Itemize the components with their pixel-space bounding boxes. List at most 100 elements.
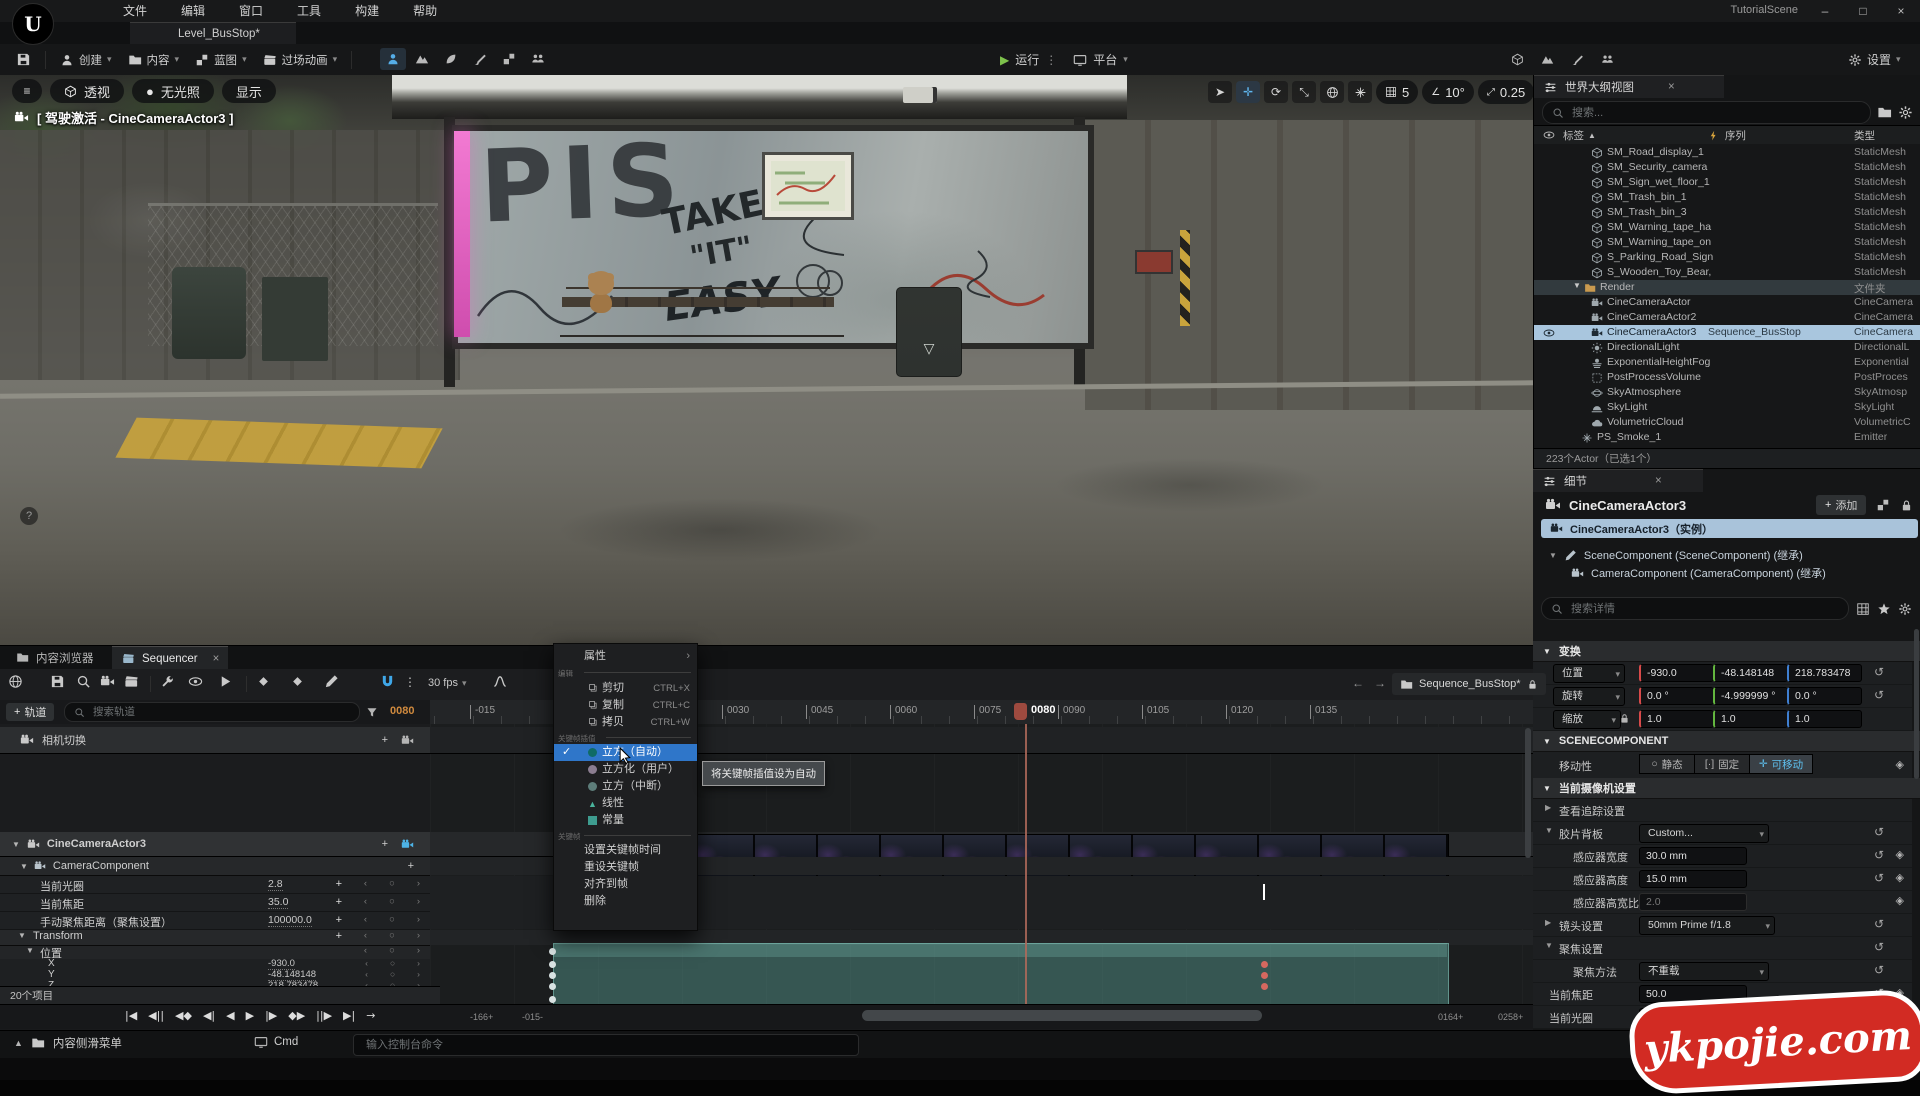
- render-movie-icon[interactable]: [124, 674, 139, 689]
- platforms-label[interactable]: 平台: [1093, 51, 1117, 68]
- aperture-track[interactable]: 当前光圈 2.8 + ‹○›: [0, 876, 430, 894]
- table-row-folder[interactable]: ▼ Render文件夹: [1534, 280, 1920, 295]
- mobility-stationary-button[interactable]: [·]固定: [1694, 754, 1750, 774]
- unreal-logo-icon[interactable]: U: [12, 3, 54, 45]
- next-key-button[interactable]: ◆▶: [288, 1009, 305, 1022]
- find-in-browser-icon[interactable]: [76, 674, 91, 689]
- minimize-button[interactable]: –: [1806, 0, 1844, 22]
- curve-editor-icon[interactable]: [492, 674, 508, 689]
- focus-method-dropdown[interactable]: 不重载▾: [1639, 962, 1769, 981]
- column-sequence[interactable]: 序列: [1725, 128, 1746, 143]
- add-key-icon[interactable]: +: [336, 896, 342, 908]
- details-search-input[interactable]: [1541, 597, 1849, 620]
- play-icon[interactable]: ▶: [1000, 53, 1009, 67]
- timeline-scrollbar[interactable]: [862, 1010, 1262, 1021]
- keyframe-options-icon[interactable]: [256, 674, 271, 689]
- scale-z-field[interactable]: 1.0: [1787, 710, 1862, 728]
- select-mode-icon[interactable]: [380, 48, 406, 70]
- keyframe-dot[interactable]: [549, 996, 556, 1003]
- table-row[interactable]: CineCameraActorCineCamera: [1534, 295, 1920, 310]
- table-row[interactable]: PostProcessVolumePostProces: [1534, 370, 1920, 385]
- outliner-search-input[interactable]: [1542, 101, 1871, 124]
- focus-settings-row[interactable]: ▼ 聚焦设置 ↺: [1533, 937, 1912, 960]
- close-button[interactable]: ×: [1882, 0, 1920, 22]
- grid-snap-control[interactable]: 5: [1376, 80, 1418, 104]
- content-drawer-button[interactable]: ▲ 内容侧滑菜单: [14, 1035, 122, 1051]
- settings-button[interactable]: 设置▾: [1848, 44, 1901, 75]
- menu-item-rekey[interactable]: 重设关键帧: [554, 859, 697, 876]
- menu-edit[interactable]: 编辑: [164, 0, 222, 22]
- current-frame-field[interactable]: 0080: [390, 705, 414, 717]
- table-row-selected[interactable]: CineCameraActor3 Sequence_BusStop CineCa…: [1534, 325, 1920, 340]
- camera-component-node[interactable]: CameraComponent (CameraComponent) (继承): [1571, 565, 1826, 581]
- reset-icon[interactable]: ↺: [1874, 848, 1884, 862]
- create-button[interactable]: 创建▾: [52, 44, 120, 75]
- table-row[interactable]: PS_Smoke_1Emitter: [1534, 430, 1920, 445]
- auto-key-icon[interactable]: [290, 674, 305, 689]
- quick-tool-1-icon[interactable]: [1504, 48, 1530, 70]
- rotation-z-field[interactable]: 0.0 °: [1787, 687, 1862, 705]
- view-options-icon[interactable]: [188, 674, 203, 689]
- help-icon[interactable]: ?: [20, 507, 38, 525]
- column-type[interactable]: 类型: [1854, 128, 1875, 143]
- menu-item-cubic-break[interactable]: 立方（中断）: [554, 778, 697, 795]
- camera-icon[interactable]: [401, 734, 414, 747]
- transform-track[interactable]: ▼ Transform + ‹○›: [0, 930, 430, 946]
- sequence-breadcrumb[interactable]: Sequence_BusStop*: [1392, 673, 1546, 695]
- keyframe-dot[interactable]: [1261, 983, 1268, 990]
- track-search-input[interactable]: [64, 702, 360, 722]
- save-sequence-icon[interactable]: [50, 674, 65, 689]
- key-nav[interactable]: ‹○›: [364, 930, 420, 941]
- forward-icon[interactable]: →: [1374, 676, 1386, 690]
- scale-snap-control[interactable]: ⤢0.25: [1478, 80, 1533, 104]
- console-input[interactable]: [353, 1034, 859, 1056]
- edit-mode-icon[interactable]: [324, 674, 339, 689]
- reset-icon[interactable]: ↺: [1874, 917, 1884, 931]
- focal-track[interactable]: 当前焦距 35.0 + ‹○›: [0, 894, 430, 912]
- actor-track[interactable]: ▼ CineCameraActor3 +: [0, 832, 430, 857]
- menu-file[interactable]: 文件: [106, 0, 164, 22]
- menu-item-snap-to-frame[interactable]: 对齐到帧: [554, 876, 697, 893]
- keyframe-dot[interactable]: [549, 948, 556, 955]
- close-icon[interactable]: ×: [1668, 81, 1675, 93]
- play-options-icon[interactable]: ⋮: [1045, 53, 1057, 67]
- menu-item-constant[interactable]: 常量: [554, 812, 697, 829]
- move-tool-icon[interactable]: ✛: [1236, 81, 1260, 103]
- filter-icon[interactable]: [366, 706, 378, 718]
- playhead-line[interactable]: [1025, 724, 1027, 1024]
- keyframe-dot[interactable]: [549, 983, 556, 990]
- table-row[interactable]: SM_Security_cameraStaticMesh: [1534, 160, 1920, 175]
- loop-button[interactable]: →: [366, 1009, 375, 1022]
- details-scrollbar[interactable]: [1914, 629, 1919, 779]
- reset-icon[interactable]: ↺: [1874, 665, 1884, 679]
- menu-window[interactable]: 窗口: [222, 0, 280, 22]
- key-nav[interactable]: ‹○›: [364, 914, 420, 925]
- maximize-button[interactable]: □: [1844, 0, 1882, 22]
- rotate-tool-icon[interactable]: ⟳: [1264, 81, 1288, 103]
- mobility-movable-button[interactable]: ✛可移动: [1749, 754, 1813, 774]
- track-scrollbar[interactable]: [1525, 728, 1531, 858]
- sequencer-tab[interactable]: Sequencer ×: [112, 646, 228, 670]
- animation-mode-icon[interactable]: [525, 48, 551, 70]
- keyframe-icon[interactable]: ◈: [1896, 758, 1904, 771]
- browse-icon[interactable]: [1876, 498, 1890, 512]
- menu-item-linear[interactable]: ▲ 线性: [554, 795, 697, 812]
- instance-row[interactable]: CineCameraActor3（实例）: [1541, 519, 1918, 538]
- menu-tools[interactable]: 工具: [280, 0, 338, 22]
- close-icon[interactable]: ×: [1655, 475, 1662, 487]
- table-row[interactable]: DirectionalLightDirectionalL: [1534, 340, 1920, 355]
- playhead-marker[interactable]: [1014, 703, 1027, 720]
- section-transform[interactable]: ▼变换: [1533, 641, 1920, 662]
- frame-back-button[interactable]: ◀|: [203, 1009, 215, 1022]
- add-key-icon[interactable]: +: [336, 878, 342, 890]
- scale-y-field[interactable]: 1.0: [1713, 710, 1788, 728]
- quick-tool-2-icon[interactable]: [1534, 48, 1560, 70]
- back-icon[interactable]: ←: [1352, 676, 1364, 690]
- perspective-selector[interactable]: 透视: [50, 79, 124, 103]
- playback-options-icon[interactable]: [218, 674, 233, 689]
- keyframe-icon[interactable]: ◈: [1896, 894, 1904, 907]
- snap-options-icon[interactable]: ⋮: [404, 675, 416, 689]
- world-icon[interactable]: [8, 674, 23, 689]
- add-key-icon[interactable]: +: [336, 914, 342, 926]
- menu-item-properties[interactable]: 属性›: [554, 648, 697, 665]
